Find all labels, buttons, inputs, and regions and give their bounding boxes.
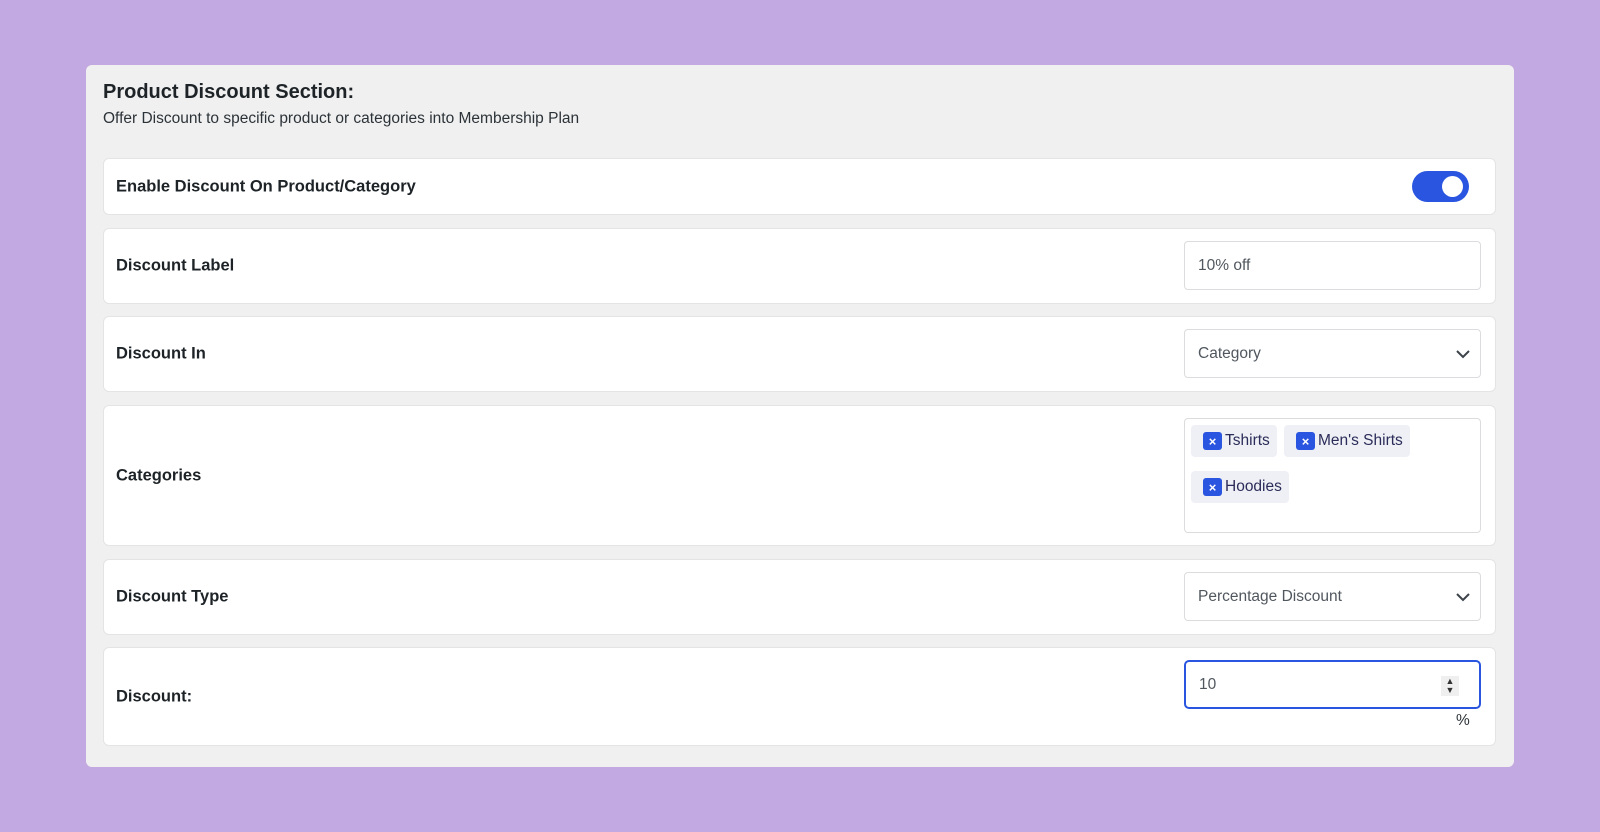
enable-discount-label: Enable Discount On Product/Category	[116, 177, 416, 195]
category-tag: × Men's Shirts	[1284, 425, 1410, 457]
tag-label: Men's Shirts	[1318, 432, 1403, 449]
discount-amount-value: 10	[1199, 675, 1217, 693]
spin-down-icon[interactable]: ▼	[1441, 686, 1459, 695]
tag-label: Hoodies	[1225, 478, 1282, 495]
tag-label: Tshirts	[1225, 432, 1270, 449]
discount-label-input[interactable]: 10% off	[1184, 241, 1481, 290]
product-discount-card: Product Discount Section: Offer Discount…	[86, 65, 1514, 767]
remove-tag-icon[interactable]: ×	[1203, 432, 1222, 450]
discount-in-label: Discount In	[116, 344, 206, 363]
discount-type-value: Percentage Discount	[1198, 587, 1342, 605]
chevron-down-icon	[1456, 593, 1470, 602]
discount-label-label: Discount Label	[116, 256, 235, 275]
discount-row: Discount: 10 ▲ ▼ %	[103, 647, 1496, 746]
discount-label-row: Discount Label 10% off	[103, 228, 1496, 304]
enable-discount-toggle[interactable]	[1412, 171, 1469, 202]
section-title: Product Discount Section:	[103, 81, 355, 103]
discount-type-row: Discount Type Percentage Discount	[103, 559, 1496, 635]
discount-amount-input[interactable]: 10 ▲ ▼	[1184, 660, 1481, 709]
category-tag: × Hoodies	[1191, 471, 1289, 503]
discount-in-value: Category	[1198, 344, 1261, 362]
discount-type-select[interactable]: Percentage Discount	[1184, 572, 1481, 621]
section-subtitle: Offer Discount to specific product or ca…	[103, 110, 580, 127]
discount-in-row: Discount In Category	[103, 316, 1496, 392]
discount-unit: %	[1456, 712, 1470, 729]
discount-type-label: Discount Type	[116, 587, 229, 606]
enable-discount-row: Enable Discount On Product/Category	[103, 158, 1496, 215]
remove-tag-icon[interactable]: ×	[1296, 432, 1315, 450]
categories-label: Categories	[116, 466, 202, 484]
number-spinner[interactable]: ▲ ▼	[1441, 676, 1459, 696]
remove-tag-icon[interactable]: ×	[1203, 478, 1222, 496]
discount-in-select[interactable]: Category	[1184, 329, 1481, 378]
discount-amount-label: Discount:	[116, 687, 193, 705]
toggle-knob	[1442, 176, 1463, 197]
categories-row: Categories × Tshirts × Men's Shirts × Hoodi…	[103, 405, 1496, 546]
categories-multiselect[interactable]: × Tshirts × Men's Shirts × Hoodies	[1184, 418, 1481, 533]
chevron-down-icon	[1456, 350, 1470, 359]
category-tag: × Tshirts	[1191, 425, 1277, 457]
